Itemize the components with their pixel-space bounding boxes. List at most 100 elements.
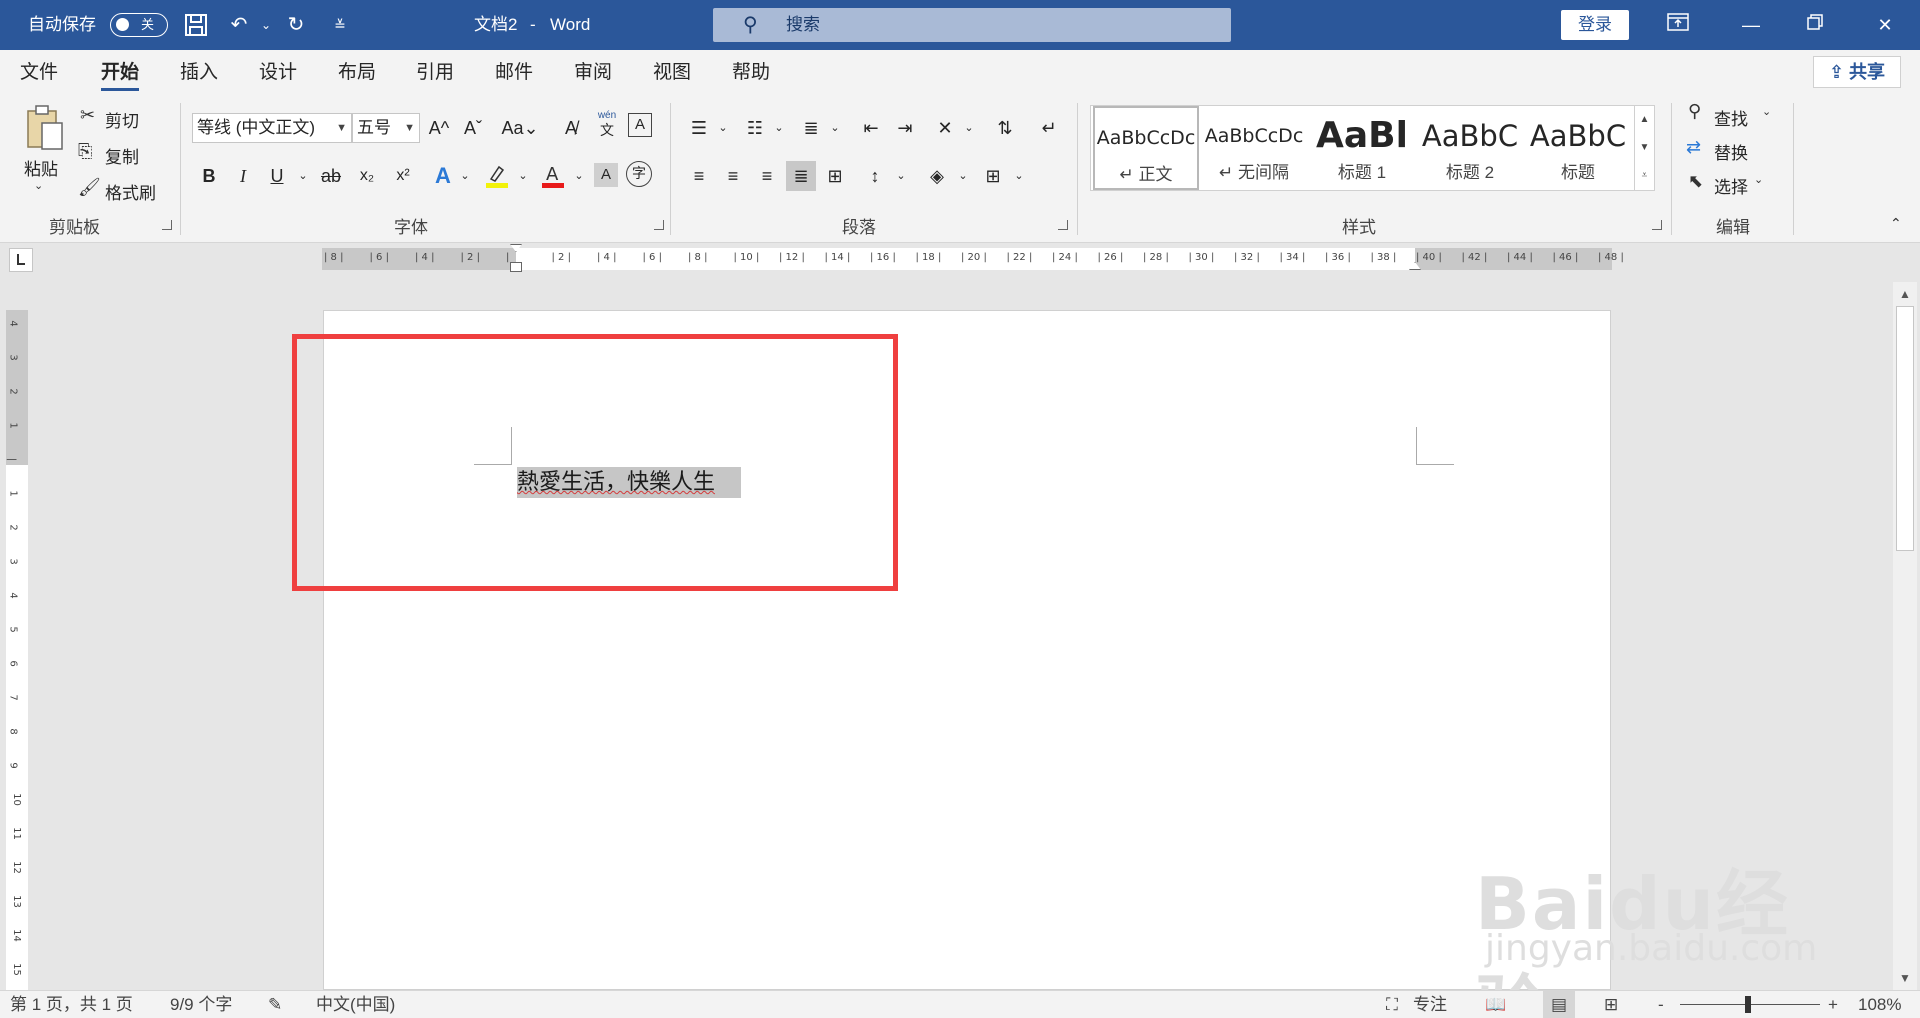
find-icon[interactable]: ⚲ — [1688, 101, 1701, 122]
distributed-icon[interactable]: ⊞ — [820, 161, 850, 191]
format-painter-button[interactable]: 格式刷 — [105, 179, 156, 204]
style-no-spacing[interactable]: AaBbCcDc ↵ 无间隔 — [1201, 106, 1307, 190]
cut-button[interactable]: 剪切 — [105, 107, 139, 132]
replace-icon[interactable]: ⇄ — [1686, 137, 1701, 158]
select-dropdown-icon[interactable]: ⌄ — [1754, 173, 1763, 186]
subscript-button[interactable]: x₂ — [352, 161, 382, 191]
cut-icon[interactable]: ✂ — [80, 105, 95, 126]
paragraph-launcher-icon[interactable] — [1058, 220, 1068, 230]
tab-references[interactable]: 引用 — [416, 50, 454, 95]
justify-icon[interactable]: ≣ — [786, 161, 816, 191]
proofing-icon[interactable]: ✎ — [268, 991, 282, 1018]
restore-icon[interactable] — [1800, 10, 1830, 40]
copy-button[interactable]: 复制 — [105, 143, 139, 168]
enclose-characters-button[interactable]: 字 — [626, 161, 652, 187]
login-button[interactable]: 登录 — [1561, 10, 1629, 40]
tab-review[interactable]: 审阅 — [574, 50, 612, 95]
bold-button[interactable]: B — [194, 161, 224, 191]
scroll-down-icon[interactable]: ▼ — [1893, 968, 1917, 988]
increase-indent-icon[interactable]: ⇥ — [890, 113, 920, 143]
styles-scroll-down-icon[interactable]: ▼ — [1634, 134, 1654, 162]
align-center-icon[interactable]: ≡ — [718, 161, 748, 191]
tab-layout[interactable]: 布局 — [338, 50, 376, 95]
character-shading-button[interactable]: A — [594, 163, 618, 187]
phonetic-guide-button[interactable]: wén 文 — [592, 109, 622, 139]
tab-insert[interactable]: 插入 — [180, 50, 218, 95]
scroll-up-icon[interactable]: ▲ — [1893, 284, 1917, 304]
redo-icon[interactable]: ↻ — [282, 12, 310, 38]
tab-home[interactable]: 开始 — [101, 50, 140, 95]
tab-file[interactable]: 文件 — [20, 50, 58, 95]
focus-icon[interactable]: ⛶ — [1386, 991, 1398, 1018]
styles-more-icon[interactable]: ⩡ — [1634, 162, 1654, 190]
select-icon[interactable]: ⬉ — [1688, 171, 1703, 192]
replace-button[interactable]: 替换 — [1714, 139, 1748, 164]
tab-selector[interactable] — [9, 248, 33, 272]
font-launcher-icon[interactable] — [654, 220, 664, 230]
web-layout-icon[interactable]: ⊞ — [1604, 991, 1618, 1018]
autosave-toggle[interactable]: 关 — [110, 13, 168, 37]
collapse-ribbon-icon[interactable]: ⌃ — [1890, 215, 1902, 232]
tab-design[interactable]: 设计 — [259, 50, 297, 95]
paste-icon[interactable] — [20, 103, 70, 153]
clear-formatting-icon[interactable]: A̸ — [556, 113, 586, 143]
tab-mailings[interactable]: 邮件 — [495, 50, 533, 95]
sort-icon[interactable]: ⇅ — [990, 113, 1020, 143]
bullets-dropdown-icon[interactable]: ⌄ — [708, 113, 738, 143]
chinese-layout-dropdown-icon[interactable]: ⌄ — [954, 113, 984, 143]
zoom-slider-thumb[interactable] — [1745, 996, 1751, 1013]
superscript-button[interactable]: x² — [388, 161, 418, 191]
change-case-button[interactable]: Aa⌄ — [498, 113, 542, 143]
highlight-dropdown-icon[interactable]: ⌄ — [508, 161, 538, 191]
copy-icon[interactable]: ⎘ — [78, 141, 92, 162]
borders-dropdown-icon[interactable]: ⌄ — [1004, 161, 1034, 191]
strikethrough-button[interactable]: ab — [316, 161, 346, 191]
share-button[interactable]: ⇪ 共享 — [1813, 56, 1901, 88]
read-mode-icon[interactable]: 📖 — [1485, 991, 1506, 1018]
style-normal[interactable]: AaBbCcDc ↵ 正文 — [1093, 106, 1199, 190]
save-icon[interactable] — [182, 12, 210, 38]
find-button[interactable]: 查找 — [1714, 105, 1748, 130]
zoom-out-button[interactable]: - — [1658, 991, 1664, 1018]
tab-view[interactable]: 视图 — [653, 50, 691, 95]
font-color-dropdown-icon[interactable]: ⌄ — [564, 161, 594, 191]
shading-dropdown-icon[interactable]: ⌄ — [948, 161, 978, 191]
style-heading-1[interactable]: AaBl 标题 1 — [1309, 106, 1415, 190]
vertical-ruler[interactable]: 4 3 2 1 | 1 2 3 4 5 6 7 8 9 10 11 12 13 14 15 — [6, 310, 28, 990]
horizontal-ruler[interactable]: | 8 | | 6 | | 4 | | 2 | | | 2 | | 4 | | 6 | | 8 … — [322, 244, 1624, 272]
print-layout-icon[interactable]: ▤ — [1543, 991, 1576, 1018]
text-effects-dropdown-icon[interactable]: ⌄ — [450, 161, 480, 191]
focus-mode-label[interactable]: 专注 — [1413, 991, 1447, 1018]
word-count[interactable]: 9/9 个字 — [170, 991, 232, 1018]
format-painter-icon[interactable]: 🖌 — [78, 177, 101, 198]
language-indicator[interactable]: 中文(中国) — [316, 991, 395, 1018]
undo-icon[interactable]: ↶ — [225, 12, 253, 38]
ribbon-display-options-icon[interactable] — [1663, 10, 1693, 40]
scrollbar-thumb[interactable] — [1896, 306, 1914, 551]
page-count[interactable]: 第 1 页，共 1 页 — [10, 991, 133, 1018]
show-marks-icon[interactable]: ↵ — [1034, 113, 1064, 143]
vertical-scrollbar[interactable]: ▲ ▼ — [1893, 282, 1917, 990]
style-heading-2[interactable]: AaBbC 标题 2 — [1417, 106, 1523, 190]
customize-qat-icon[interactable]: ≚ — [326, 12, 354, 38]
zoom-level[interactable]: 108% — [1858, 991, 1901, 1018]
styles-scroll-up-icon[interactable]: ▲ — [1634, 106, 1654, 134]
align-left-icon[interactable]: ≡ — [684, 161, 714, 191]
font-name-combo[interactable]: 等线 (中文正文) ▼ — [192, 113, 352, 143]
zoom-in-button[interactable]: + — [1828, 991, 1838, 1018]
search-box[interactable]: ⚲ 搜索 — [713, 8, 1231, 42]
tab-help[interactable]: 帮助 — [732, 50, 770, 95]
undo-dropdown-icon[interactable]: ⌄ — [252, 12, 280, 38]
shrink-font-button[interactable]: Aˇ — [458, 113, 488, 143]
multilevel-dropdown-icon[interactable]: ⌄ — [820, 113, 850, 143]
close-icon[interactable]: ✕ — [1870, 10, 1900, 40]
italic-button[interactable]: I — [228, 161, 258, 191]
underline-dropdown-icon[interactable]: ⌄ — [288, 161, 318, 191]
minimize-icon[interactable]: — — [1736, 10, 1766, 40]
numbering-dropdown-icon[interactable]: ⌄ — [764, 113, 794, 143]
styles-launcher-icon[interactable] — [1652, 220, 1662, 230]
line-spacing-dropdown-icon[interactable]: ⌄ — [886, 161, 916, 191]
font-size-combo[interactable]: 五号 ▼ — [352, 113, 420, 143]
decrease-indent-icon[interactable]: ⇤ — [856, 113, 886, 143]
left-indent-marker[interactable] — [510, 262, 522, 272]
